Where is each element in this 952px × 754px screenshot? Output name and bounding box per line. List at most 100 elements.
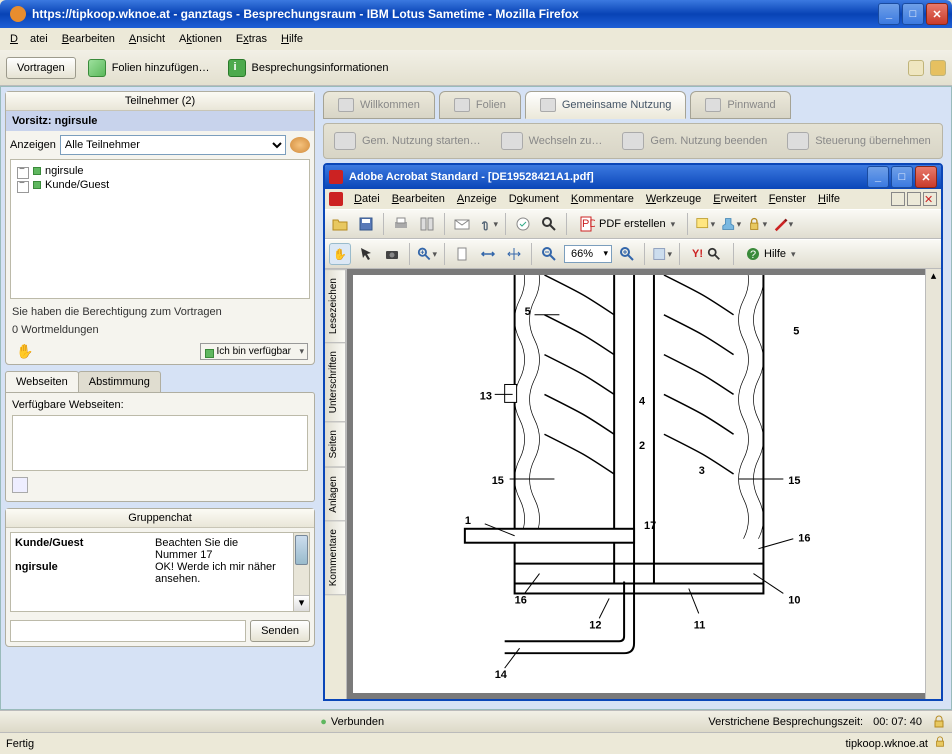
amenu-edit[interactable]: Bearbeiten: [387, 192, 450, 206]
sites-add-icon[interactable]: [12, 477, 28, 493]
share-stop[interactable]: Gem. Nutzung beenden: [622, 132, 767, 150]
amenu-view[interactable]: Anzeige: [452, 192, 502, 206]
print-icon[interactable]: [390, 213, 412, 235]
firefox-statusbar: Fertig tipkoop.wknoe.at: [0, 732, 952, 754]
share-control-icon: [787, 132, 809, 150]
select-tool-icon[interactable]: [355, 243, 377, 265]
snapshot-icon[interactable]: [381, 243, 403, 265]
availability-dropdown[interactable]: Ich bin verfügbar: [200, 343, 309, 360]
amenu-comm[interactable]: Kommentare: [566, 192, 639, 206]
share-start-icon: [334, 132, 356, 150]
attach-icon[interactable]: ▾: [477, 213, 499, 235]
sites-listbox[interactable]: [12, 415, 308, 471]
save-icon[interactable]: [355, 213, 377, 235]
fit-width-icon[interactable]: [477, 243, 499, 265]
maximize-button[interactable]: □: [902, 3, 924, 25]
mdi-close[interactable]: ✕: [923, 192, 937, 206]
present-button[interactable]: Vortragen: [6, 57, 76, 79]
amenu-help[interactable]: Hilfe: [813, 192, 845, 206]
mdi-min[interactable]: [891, 192, 905, 206]
tab-welcome[interactable]: Willkommen: [323, 91, 435, 119]
search-icon[interactable]: [538, 213, 560, 235]
sidetab-signatures[interactable]: Unterschriften: [325, 342, 346, 422]
tab-abstimmung[interactable]: Abstimmung: [78, 371, 161, 392]
participants-tree[interactable]: ngirsule Kunde/Guest: [10, 159, 310, 299]
zoomin2-icon[interactable]: [616, 243, 638, 265]
svg-text:9: 9: [783, 275, 789, 278]
stamp-icon[interactable]: ▾: [720, 213, 742, 235]
show-select[interactable]: Alle Teilnehmer: [60, 135, 286, 155]
svg-text:15: 15: [788, 475, 800, 487]
page-icon[interactable]: [451, 243, 473, 265]
yahoo-search-icon[interactable]: Y!: [686, 245, 727, 263]
open-icon[interactable]: [329, 213, 351, 235]
amenu-doc[interactable]: Dokument: [504, 192, 564, 206]
zoomout-icon[interactable]: [538, 243, 560, 265]
svg-text:1: 1: [465, 515, 471, 527]
hand-tool-icon[interactable]: ✋: [329, 243, 351, 265]
svg-text:16: 16: [515, 594, 527, 606]
menu-extras[interactable]: Extras: [230, 31, 273, 47]
sign-icon[interactable]: ▾: [772, 213, 794, 235]
menu-file[interactable]: Datei: [4, 31, 54, 47]
acro-maximize[interactable]: □: [891, 166, 913, 188]
tab-slides[interactable]: Folien: [439, 91, 521, 119]
tree-node[interactable]: Kunde/Guest: [15, 178, 305, 192]
menu-view[interactable]: Ansicht: [123, 31, 171, 47]
tree-node[interactable]: ngirsule: [15, 164, 305, 178]
share-control[interactable]: Steuerung übernehmen: [787, 132, 931, 150]
sidetab-pages[interactable]: Seiten: [325, 421, 346, 467]
zoom-combo[interactable]: 66%: [564, 245, 612, 263]
groupchat-title: Gruppenchat: [6, 509, 314, 528]
toolbar-icon-2[interactable]: [930, 60, 946, 76]
sidetab-bookmarks[interactable]: Lesezeichen: [325, 269, 346, 343]
fit-page-icon[interactable]: [503, 243, 525, 265]
acro-close[interactable]: ✕: [915, 166, 937, 188]
menu-help[interactable]: Hilfe: [275, 31, 309, 47]
pdf-vscrollbar[interactable]: ▴: [925, 269, 941, 699]
note-icon[interactable]: ▾: [694, 213, 716, 235]
email-icon[interactable]: [451, 213, 473, 235]
svg-text:10: 10: [788, 594, 800, 606]
pdf-create-button[interactable]: PDF PDF erstellen▾: [573, 214, 681, 234]
organize-icon[interactable]: [416, 213, 438, 235]
svg-text:14: 14: [495, 669, 508, 681]
howto-icon[interactable]: ▾: [651, 243, 673, 265]
chat-scrollbar[interactable]: ▾: [293, 533, 309, 611]
svg-text:12: 12: [589, 619, 601, 631]
mdi-restore[interactable]: [907, 192, 921, 206]
send-button[interactable]: Senden: [250, 620, 310, 642]
amenu-adv[interactable]: Erweitert: [708, 192, 761, 206]
help-button[interactable]: ?Hilfe▾: [740, 245, 802, 263]
amenu-tools[interactable]: Werkzeuge: [641, 192, 706, 206]
tab-board[interactable]: Pinnwand: [690, 91, 790, 119]
chat-input[interactable]: [10, 620, 246, 642]
lock-icon[interactable]: ▾: [746, 213, 768, 235]
tab-webseiten[interactable]: Webseiten: [5, 371, 79, 392]
zoomin-icon[interactable]: ▾: [416, 243, 438, 265]
participants-title: Teilnehmer (2): [6, 92, 314, 111]
acrobat-toolbar-2: ✋ ▾ 66% ▾ Y! ?Hilfe▾: [325, 239, 941, 269]
amenu-win[interactable]: Fenster: [764, 192, 811, 206]
pdf-viewport[interactable]: 5 5 9 13 4 2 3 15 15 1 17 16 16: [347, 269, 941, 699]
share-start[interactable]: Gem. Nutzung starten…: [334, 132, 481, 150]
amenu-file[interactable]: Datei: [349, 192, 385, 206]
minimize-button[interactable]: _: [878, 3, 900, 25]
raise-hand-icon[interactable]: ✋: [12, 343, 33, 360]
close-button[interactable]: ✕: [926, 3, 948, 25]
share-switch[interactable]: Wechseln zu…: [501, 132, 603, 150]
svg-text:3: 3: [699, 465, 705, 477]
chat-log[interactable]: Kunde/GuestBeachten Sie die Nummer 17 ng…: [10, 532, 310, 612]
menu-edit[interactable]: Bearbeiten: [56, 31, 121, 47]
tab-share[interactable]: Gemeinsame Nutzung: [525, 91, 686, 119]
sidetab-attachments[interactable]: Anlagen: [325, 467, 346, 522]
review-icon[interactable]: [512, 213, 534, 235]
meeting-info-button[interactable]: Besprechungsinformationen: [222, 57, 395, 79]
people-icon[interactable]: [290, 137, 310, 153]
menu-actions[interactable]: Aktionen: [173, 31, 228, 47]
add-slides-button[interactable]: Folien hinzufügen…: [82, 57, 216, 79]
sidetab-comments[interactable]: Kommentare: [325, 520, 346, 595]
acro-minimize[interactable]: _: [867, 166, 889, 188]
toolbar-icon-1[interactable]: [908, 60, 924, 76]
svg-text:4: 4: [639, 395, 646, 407]
